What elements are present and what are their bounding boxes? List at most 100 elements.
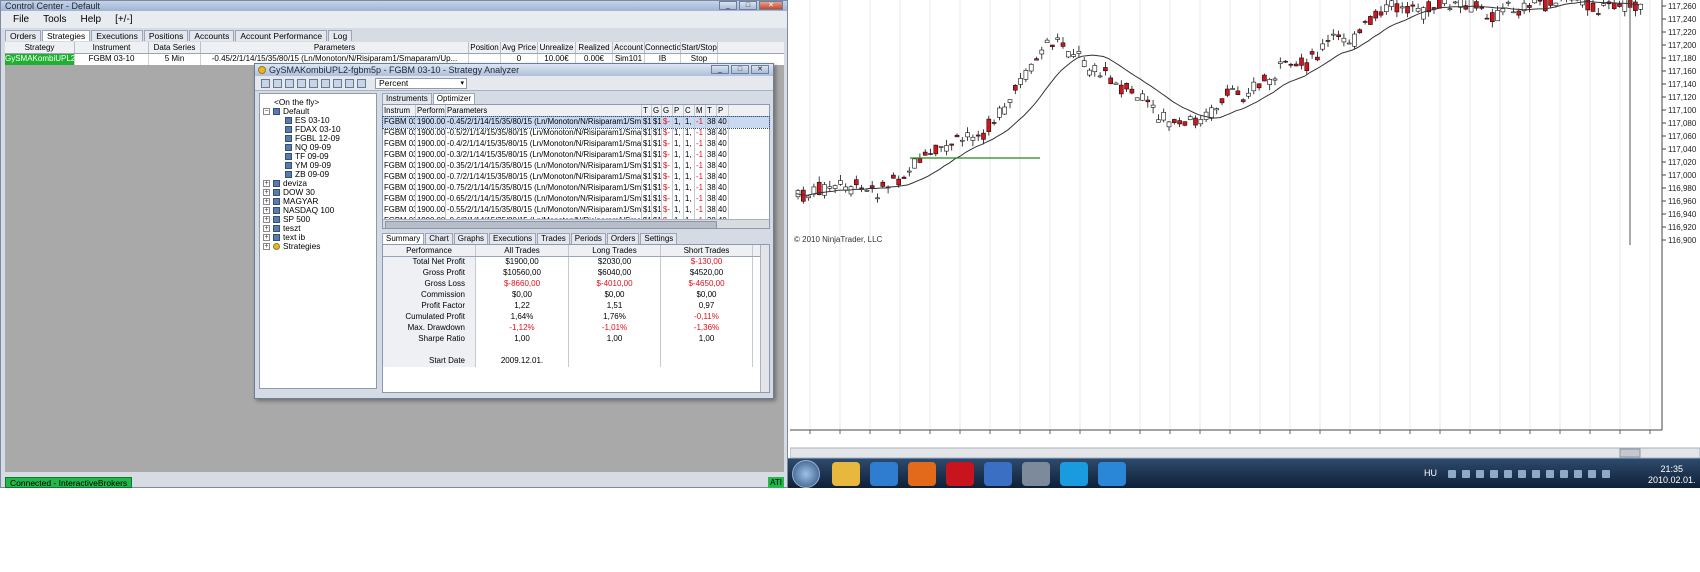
tab-executions[interactable]: Executions xyxy=(489,233,537,244)
col-start-stop[interactable]: Start/Stop xyxy=(681,42,718,53)
volume-icon[interactable] xyxy=(1602,470,1610,478)
grid-icon[interactable] xyxy=(297,78,306,88)
tray-icon[interactable] xyxy=(1490,470,1498,478)
optimizer-row[interactable]: FGBM 03 1900.00 -0.45/2/1/14/15/35/80/15 (… xyxy=(382,116,770,129)
walk-forward-icon[interactable] xyxy=(357,78,366,88)
tree-group-strategies[interactable]: + Strategies xyxy=(263,242,320,251)
tab-chart[interactable]: Chart xyxy=(425,233,453,244)
collapse-icon[interactable]: − xyxy=(263,108,270,115)
firefox-icon[interactable] xyxy=(908,462,936,486)
menu-file[interactable]: File xyxy=(13,14,29,25)
opt-col-header[interactable]: P xyxy=(717,105,729,116)
tab-instruments[interactable]: Instruments xyxy=(382,93,432,104)
optimizer-row[interactable]: FGBM 03 1900.00 -0.4/2/1/14/15/35/80/15 (L… xyxy=(383,139,769,150)
optimizer-row[interactable]: FGBM 03 1900.00 -0.35/2/1/14/15/35/80/15 (… xyxy=(383,161,769,172)
tab-orders[interactable]: Orders xyxy=(606,233,640,244)
optimize-icon[interactable] xyxy=(345,78,354,88)
tab-periods[interactable]: Periods xyxy=(570,233,606,244)
opt-col-header[interactable]: M xyxy=(695,105,706,116)
analyzer-maximize-button[interactable]: □ xyxy=(731,65,749,74)
expand-icon[interactable]: + xyxy=(263,180,270,187)
opt-col-header[interactable]: Perform xyxy=(416,105,446,116)
expand-icon[interactable]: + xyxy=(263,207,270,214)
optimizer-row[interactable]: FGBM 03 1900.00 -0.7/2/1/14/15/35/80/15 (L… xyxy=(383,172,769,183)
save-icon[interactable] xyxy=(273,78,282,88)
tab-log[interactable]: Log xyxy=(328,30,353,41)
tab-orders[interactable]: Orders xyxy=(5,30,41,41)
opt-col-header[interactable]: T xyxy=(706,105,717,116)
optimizer-row[interactable]: FGBM 03 1900.00 -0.5/2/1/14/15/35/80/15 (L… xyxy=(383,128,769,139)
tab-settings[interactable]: Settings xyxy=(640,233,678,244)
minimize-button[interactable]: _ xyxy=(719,1,737,10)
control-center-titlebar[interactable]: Control Center - Default _ □ ✕ xyxy=(1,1,787,11)
expand-icon[interactable]: + xyxy=(263,216,270,223)
ib-icon[interactable] xyxy=(984,462,1012,486)
expand-icon[interactable]: + xyxy=(263,189,270,196)
tab-accounts[interactable]: Accounts xyxy=(189,30,235,41)
optimizer-hscrollbar[interactable] xyxy=(383,219,769,229)
tab-trades[interactable]: Trades xyxy=(537,233,570,244)
tray-icon[interactable] xyxy=(1546,470,1554,478)
opt-col-header[interactable]: Parameters xyxy=(446,105,642,116)
tab-summary[interactable]: Summary xyxy=(382,233,425,244)
tab-positions[interactable]: Positions xyxy=(143,30,189,41)
col-unrealized[interactable]: Unrealize xyxy=(538,42,576,53)
grid-remove-icon[interactable] xyxy=(321,78,330,88)
tray-icon[interactable] xyxy=(1462,470,1470,478)
col-connection[interactable]: Connectio xyxy=(645,42,681,53)
tray-icon[interactable] xyxy=(1504,470,1512,478)
tab-executions[interactable]: Executions xyxy=(91,30,143,41)
optimizer-row[interactable]: FGBM 03 1900.00 -0.75/2/1/14/15/35/80/15 (… xyxy=(383,183,769,194)
optimizer-row[interactable]: FGBM 03 1900.00 -0.55/2/1/14/15/35/80/15 (… xyxy=(383,205,769,216)
tray-icon[interactable] xyxy=(1560,470,1568,478)
network-icon[interactable] xyxy=(1588,470,1596,478)
tab-optimizer[interactable]: Optimizer xyxy=(432,93,476,104)
col-data-series[interactable]: Data Series xyxy=(149,42,201,53)
teamviewer-icon[interactable] xyxy=(1098,462,1126,486)
tray-icon[interactable] xyxy=(1574,470,1582,478)
language-indicator[interactable]: HU xyxy=(1424,468,1437,478)
close-button[interactable]: ✕ xyxy=(759,1,783,10)
new-icon[interactable] xyxy=(261,78,270,88)
menu-help[interactable]: Help xyxy=(80,14,101,25)
opt-col-header[interactable]: G xyxy=(652,105,662,116)
maximize-button[interactable]: □ xyxy=(739,1,757,10)
tray-icon[interactable] xyxy=(1518,470,1526,478)
tab-account-performance[interactable]: Account Performance xyxy=(235,30,328,41)
menu-expand[interactable]: [+/-] xyxy=(115,14,133,25)
opt-col-header[interactable]: Instrum xyxy=(383,105,416,116)
backtest-icon[interactable] xyxy=(333,78,342,88)
col-position[interactable]: Position xyxy=(469,42,501,53)
expand-icon[interactable]: + xyxy=(263,198,270,205)
opt-col-header[interactable]: T xyxy=(642,105,652,116)
analyzer-minimize-button[interactable]: _ xyxy=(711,65,729,74)
clock[interactable]: 21:35 2010.02.01. xyxy=(1648,464,1696,486)
opt-col-header[interactable]: C xyxy=(684,105,695,116)
expand-icon[interactable]: + xyxy=(263,234,270,241)
tray-icon[interactable] xyxy=(1532,470,1540,478)
summary-vscrollbar[interactable] xyxy=(760,245,769,392)
expand-icon[interactable]: + xyxy=(263,225,270,232)
col-parameters[interactable]: Parameters xyxy=(201,42,469,53)
opt-col-header[interactable]: P xyxy=(673,105,684,116)
start-button[interactable] xyxy=(792,460,820,488)
analyzer-close-button[interactable]: ✕ xyxy=(751,65,769,74)
strategy-analyzer-titlebar[interactable]: GySMAKombiUPL2-fgbm5p - FGBM 03-10 - Str… xyxy=(255,64,773,76)
skype-icon[interactable] xyxy=(1060,462,1088,486)
price-chart[interactable]: 117,260 117,240 117,220 117,200 117,180 117,1… xyxy=(789,0,1700,460)
optimizer-row[interactable]: FGBM 03 1900.00 -0.65/2/1/14/15/35/80/15 (… xyxy=(383,194,769,205)
tab-strategies[interactable]: Strategies xyxy=(41,30,91,41)
delete-icon[interactable] xyxy=(285,78,294,88)
tray-icon[interactable] xyxy=(1448,470,1456,478)
ninjatrader-icon[interactable] xyxy=(1022,462,1050,486)
opt-col-header[interactable]: G xyxy=(662,105,673,116)
explorer-icon[interactable] xyxy=(832,462,860,486)
grid-edit-icon[interactable] xyxy=(309,78,318,88)
expand-icon[interactable]: + xyxy=(263,243,270,250)
tray-icon[interactable] xyxy=(1476,470,1484,478)
col-instrument[interactable]: Instrument xyxy=(75,42,149,53)
display-unit-select[interactable]: Percent xyxy=(375,77,467,89)
col-avg-price[interactable]: Avg Price xyxy=(501,42,538,53)
optimizer-row[interactable]: FGBM 03 1900.00 -0.3/2/1/14/15/35/80/15 (L… xyxy=(383,150,769,161)
menu-tools[interactable]: Tools xyxy=(43,14,66,25)
